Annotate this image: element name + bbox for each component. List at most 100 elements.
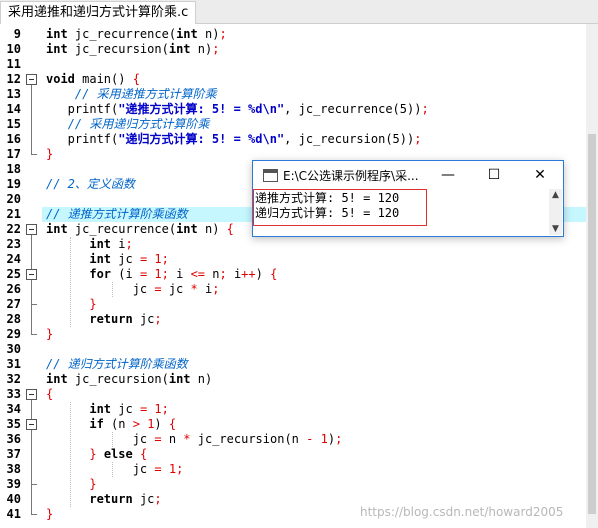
code-token: } <box>46 507 54 521</box>
code-line[interactable]: int jc = 1; <box>46 402 169 417</box>
code-line[interactable]: { <box>46 387 53 402</box>
code-token: return <box>89 312 133 326</box>
code-token: int <box>176 222 198 236</box>
code-token: * <box>190 282 198 296</box>
code-token: ; <box>154 312 162 326</box>
line-number: 10 <box>6 42 21 56</box>
code-token: int <box>89 402 112 416</box>
code-line[interactable]: jc = jc * i; <box>46 282 220 297</box>
code-token: ; <box>154 492 162 506</box>
code-line[interactable]: return jc; <box>46 312 162 327</box>
code-line[interactable]: } <box>46 507 53 522</box>
code-line[interactable]: // 2、定义函数 <box>46 177 135 192</box>
code-line[interactable]: void main() { <box>46 72 140 87</box>
code-token: jc <box>132 312 155 326</box>
line-number: 40 <box>6 492 21 506</box>
code-line[interactable]: if (n > 1) { <box>46 417 176 432</box>
code-token: jc <box>132 492 155 506</box>
code-token: ; <box>421 102 429 116</box>
scroll-down-icon[interactable]: ▼ <box>549 223 562 235</box>
console-scrollbar[interactable]: ▲ ▼ <box>549 189 562 235</box>
code-line[interactable]: // 采用递归方式计算阶乘 <box>46 117 210 132</box>
fold-line <box>31 430 32 484</box>
line-number: 15 <box>6 117 21 131</box>
code-token: n <box>161 432 184 446</box>
code-token: ; <box>212 42 220 56</box>
code-editor[interactable]: 9 int jc_recurrence(int n); 10 int jc_recur… <box>0 24 586 528</box>
code-line[interactable]: jc = n * jc_recursion(n - 1); <box>46 432 343 447</box>
code-line[interactable]: for (i = 1; i <= n; i++) { <box>46 267 277 282</box>
code-line[interactable]: int jc_recurrence(int n) { <box>46 222 234 237</box>
code-token: jc <box>46 282 155 296</box>
code-token: n) <box>197 27 220 41</box>
code-token: if <box>89 417 104 431</box>
maximize-button[interactable]: ☐ <box>471 161 517 189</box>
code-line[interactable]: } <box>46 297 96 312</box>
console-titlebar[interactable]: E:\C公选课示例程序\采... — ☐ ✕ <box>253 161 563 189</box>
code-token: int <box>176 27 198 41</box>
code-line[interactable]: } else { <box>46 447 147 462</box>
code-token: printf( <box>46 132 119 146</box>
tab-file[interactable]: 采用递推和递归方式计算阶乘.c <box>0 1 197 24</box>
code-token: { <box>132 72 140 86</box>
code-token: ; <box>161 252 169 266</box>
code-line[interactable]: int jc_recursion(int n) <box>46 372 212 387</box>
tab-bar: 采用递推和递归方式计算阶乘.c <box>0 0 598 24</box>
line-number: 16 <box>6 132 21 146</box>
code-token: i <box>168 267 191 281</box>
code-token: i <box>197 282 213 296</box>
code-line[interactable]: } <box>46 147 53 162</box>
line-number: 39 <box>6 477 21 491</box>
code-token: <= <box>190 267 206 281</box>
code-token: int <box>46 372 68 386</box>
code-token: jc <box>111 402 140 416</box>
line-number: 14 <box>6 102 21 116</box>
code-token: int <box>46 27 68 41</box>
code-token: n) <box>190 372 213 386</box>
code-line[interactable]: int jc_recurrence(int n); <box>46 27 227 42</box>
console-window[interactable]: E:\C公选课示例程序\采... — ☐ ✕ 递推方式计算: 5! = 120 … <box>252 160 564 237</box>
code-token: ; <box>219 267 227 281</box>
editor-scrollbar[interactable] <box>586 24 598 528</box>
code-token: ; <box>161 267 169 281</box>
code-line[interactable]: int i; <box>46 237 132 252</box>
code-line[interactable]: return jc; <box>46 492 162 507</box>
line-number: 17 <box>6 147 21 161</box>
code-line[interactable]: int jc_recursion(int n); <box>46 42 219 57</box>
code-line[interactable]: } <box>46 327 53 342</box>
code-token: > <box>132 417 140 431</box>
code-token: jc <box>161 282 191 296</box>
code-token: jc_recurrence( <box>67 222 177 236</box>
code-line[interactable]: // 采用递推方式计算阶乘 <box>46 87 217 102</box>
code-token: int <box>46 222 68 236</box>
code-line[interactable]: printf("递归方式计算: 5! = %d\n", jc_recursion… <box>46 132 422 147</box>
code-line[interactable]: printf("递推方式计算: 5! = %d\n", jc_recurrenc… <box>46 102 429 117</box>
code-line[interactable]: jc = 1; <box>46 462 184 477</box>
code-line[interactable]: // 递推方式计算阶乘函数 <box>46 207 188 222</box>
fold-end-marker <box>31 304 37 305</box>
line-number: 35 <box>6 417 21 431</box>
code-token: i <box>111 237 126 251</box>
line-number: 22 <box>6 222 21 236</box>
line-number: 23 <box>6 237 21 251</box>
code-line[interactable]: } <box>46 477 97 492</box>
code-line[interactable]: // 递归方式计算阶乘函数 <box>46 357 188 372</box>
scroll-up-icon[interactable]: ▲ <box>549 189 562 201</box>
editor-scrollbar-thumb[interactable] <box>588 134 596 514</box>
minimize-button[interactable]: — <box>425 161 471 189</box>
code-line[interactable]: int jc = 1; <box>46 252 169 267</box>
code-token: { <box>168 417 177 431</box>
code-token: i <box>226 267 242 281</box>
close-button[interactable]: ✕ <box>517 161 563 189</box>
code-token: } <box>89 477 97 491</box>
code-token: jc_recurrence( <box>67 27 177 41</box>
code-token: { <box>270 267 278 281</box>
